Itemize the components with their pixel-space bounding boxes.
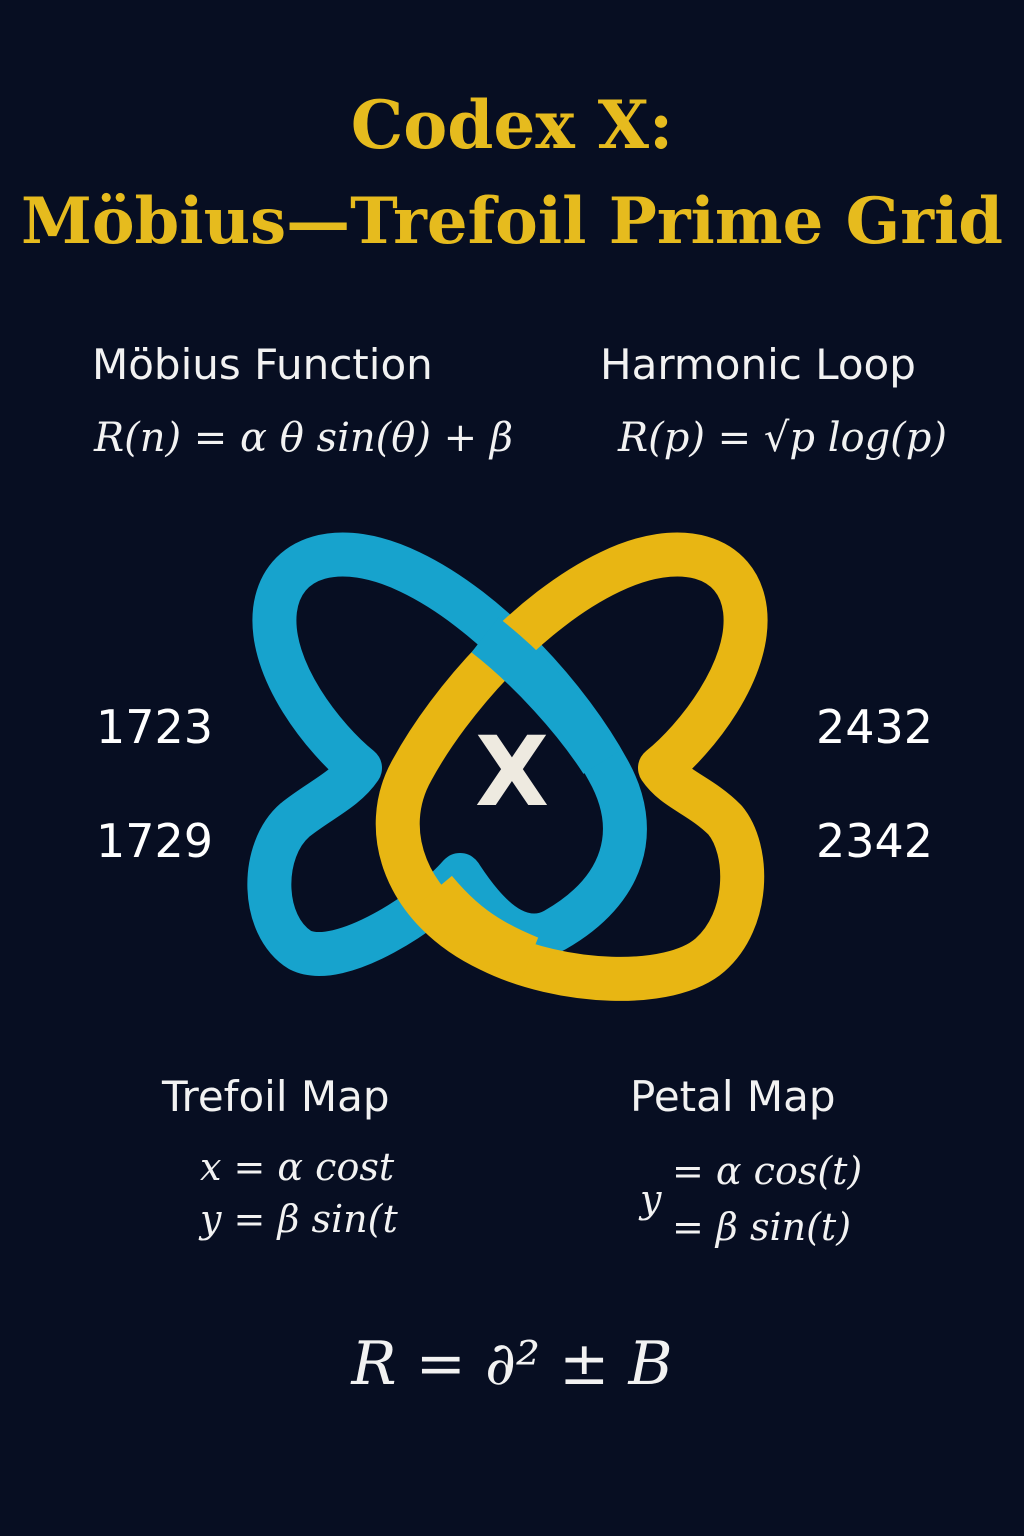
harmonic-formula: R(p) = √p log(p) [618, 415, 947, 461]
trefoil-formula-line-1: x = α cost [200, 1145, 395, 1189]
trefoil-heading: Trefoil Map [162, 1072, 390, 1121]
petal-formula-line-2: = β sin(t) [672, 1205, 852, 1249]
number-left-1: 1723 [96, 700, 214, 754]
number-right-1: 2432 [816, 700, 934, 754]
final-formula: R = ∂² ± B [351, 1329, 673, 1399]
harmonic-heading: Harmonic Loop [600, 340, 916, 389]
mobius-heading: Möbius Function [92, 340, 433, 389]
title-line-1: Codex X: [350, 86, 674, 164]
petal-formula-y: y [640, 1177, 662, 1221]
interlocking-loops-emblem: X [247, 532, 768, 1001]
title-line-2: Möbius—Trefoil Prime Grid [21, 184, 1003, 259]
petal-heading: Petal Map [630, 1072, 836, 1121]
number-right-2: 2342 [816, 814, 934, 868]
mobius-formula: R(n) = α θ sin(θ) + β [94, 415, 514, 461]
center-letter-x: X [475, 716, 549, 828]
petal-formula-line-1: = α cos(t) [672, 1149, 863, 1193]
trefoil-formula-line-2: y = β sin(t [200, 1197, 398, 1241]
number-left-2: 1729 [96, 814, 214, 868]
